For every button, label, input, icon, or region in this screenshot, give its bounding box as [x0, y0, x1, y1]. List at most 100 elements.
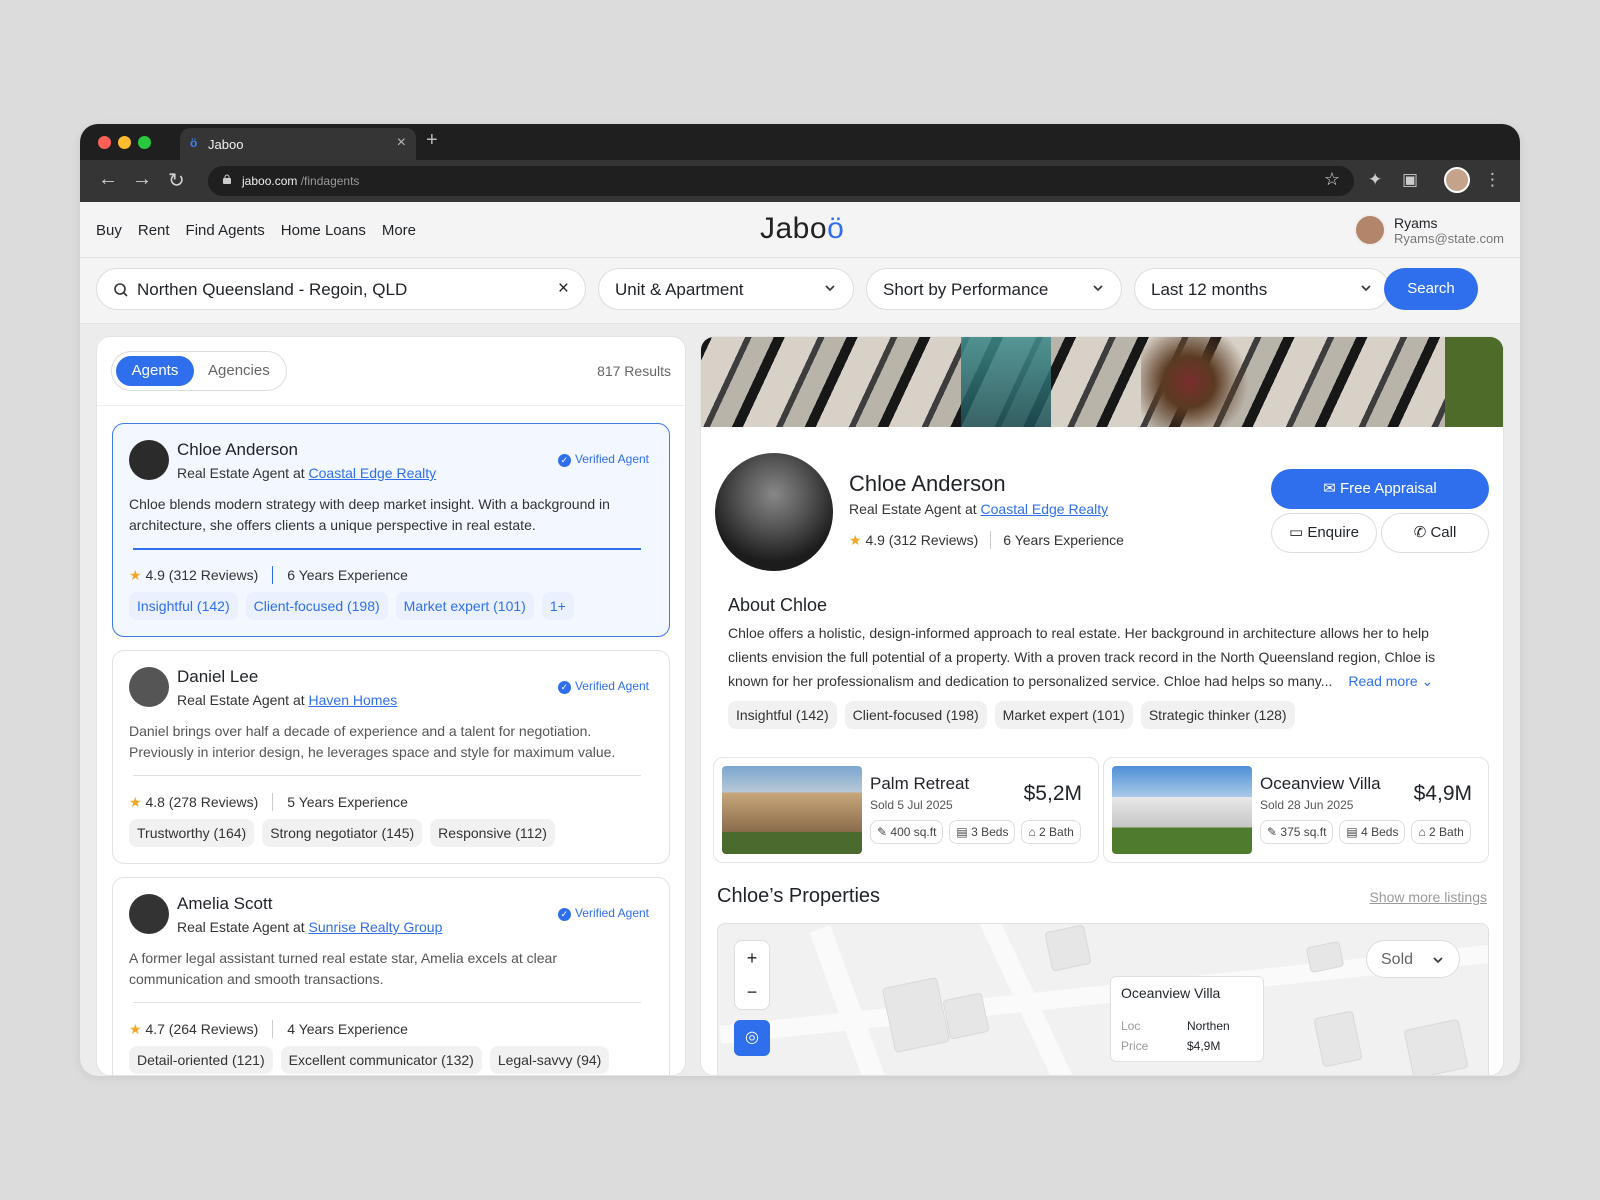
- close-window-button[interactable]: [98, 136, 111, 149]
- property-card[interactable]: Oceanview Villa Sold 28 Jun 2025 $4,9M ✎…: [1103, 757, 1489, 863]
- nav-find-agents[interactable]: Find Agents: [186, 222, 265, 239]
- divider: [97, 405, 685, 406]
- agent-description: Chloe blends modern strategy with deep m…: [129, 496, 610, 533]
- tag[interactable]: Strategic thinker (128): [1140, 701, 1295, 729]
- property-card[interactable]: Palm Retreat Sold 5 Jul 2025 $5,2M ✎ 400…: [713, 757, 1099, 863]
- area-feature: ✎ 375 sq.ft: [1260, 820, 1334, 844]
- browser-tab[interactable]: ö Jaboo ×: [180, 128, 416, 160]
- tag[interactable]: Excellent communicator (132): [280, 1046, 482, 1074]
- url-field[interactable]: jaboo.com /findagents ☆: [208, 166, 1354, 196]
- location-search-input[interactable]: Northen Queensland - Regoin, QLD ×: [96, 268, 586, 310]
- lock-icon: [223, 174, 231, 184]
- zoom-out-icon[interactable]: −: [735, 975, 769, 1009]
- results-count: 817 Results: [597, 363, 671, 379]
- map-status-select[interactable]: Sold: [1366, 940, 1460, 978]
- bed-icon: ▤: [1346, 825, 1362, 839]
- bookmark-star-icon[interactable]: ☆: [1324, 169, 1340, 190]
- profile-avatar: [715, 453, 833, 571]
- call-button[interactable]: ✆ Call: [1381, 513, 1489, 553]
- property-sold-date: Sold 5 Jul 2025: [870, 798, 953, 812]
- maximize-window-button[interactable]: [138, 136, 151, 149]
- sidepanel-icon[interactable]: ▣: [1402, 170, 1418, 190]
- properties-map[interactable]: + − ◎ Sold Oceanview Villa Loc Northen P…: [717, 923, 1489, 1075]
- browser-menu-icon[interactable]: ⋮: [1484, 170, 1501, 190]
- agent-description: Daniel brings over half a decade of expe…: [129, 723, 616, 760]
- agent-description: A former legal assistant turned real est…: [129, 950, 557, 987]
- agency-link[interactable]: Coastal Edge Realty: [309, 465, 437, 481]
- free-appraisal-button[interactable]: ✉ Free Appraisal: [1271, 469, 1489, 509]
- nav-rent[interactable]: Rent: [138, 222, 170, 239]
- agency-link[interactable]: Haven Homes: [309, 692, 398, 708]
- mail-icon: ✉: [1323, 480, 1341, 497]
- nav-more[interactable]: More: [382, 222, 416, 239]
- clear-icon[interactable]: ×: [558, 278, 569, 300]
- agency-link[interactable]: Sunrise Realty Group: [309, 919, 443, 935]
- user-menu[interactable]: Ryams Ryams@state.com: [1354, 214, 1504, 246]
- reload-icon[interactable]: ↻: [168, 168, 185, 193]
- tab-agencies[interactable]: Agencies: [208, 362, 270, 379]
- tag[interactable]: Market expert (101): [994, 701, 1133, 729]
- location-value: Northen Queensland - Regoin, QLD: [137, 280, 408, 299]
- browser-profile-avatar[interactable]: [1444, 167, 1470, 193]
- agent-card[interactable]: Amelia Scott Real Estate Agent at Sunris…: [112, 877, 670, 1075]
- beds-feature: ▤ 4 Beds: [1339, 820, 1406, 844]
- zoom-in-icon[interactable]: +: [735, 941, 769, 975]
- agent-experience: 6 Years Experience: [287, 567, 408, 583]
- nav-home-loans[interactable]: Home Loans: [281, 222, 366, 239]
- tag[interactable]: Detail-oriented (121): [129, 1046, 273, 1074]
- more-tags[interactable]: 1+: [541, 592, 574, 620]
- sort-select[interactable]: Short by Performance: [866, 268, 1122, 310]
- check-badge-icon: ✓: [557, 908, 571, 921]
- extensions-icon[interactable]: ✦: [1368, 170, 1382, 190]
- tag[interactable]: Legal-savvy (94): [489, 1046, 610, 1074]
- beds-feature: ▤ 3 Beds: [949, 820, 1016, 844]
- star-icon: ★: [129, 793, 142, 810]
- back-icon[interactable]: ←: [98, 168, 118, 191]
- tag[interactable]: Market expert (101): [395, 592, 534, 620]
- zoom-control: + −: [734, 940, 770, 1010]
- agent-experience: 4 Years Experience: [287, 1021, 408, 1037]
- property-image: [1112, 766, 1252, 854]
- popup-price-label: Price: [1121, 1039, 1149, 1053]
- profile-tags: Insightful (142) Client-focused (198) Ma…: [728, 701, 1295, 729]
- browser-window: ö Jaboo × + ← → ↻ jaboo.com /findagents …: [80, 124, 1520, 1076]
- period-select[interactable]: Last 12 months: [1134, 268, 1390, 310]
- property-type-select[interactable]: Unit & Apartment: [598, 268, 854, 310]
- show-more-listings-link[interactable]: Show more listings: [1370, 889, 1488, 905]
- site-logo[interactable]: Jaboö: [760, 212, 844, 246]
- star-icon: ★: [129, 1020, 142, 1037]
- user-avatar: [1354, 214, 1386, 246]
- tag[interactable]: Trustworthy (164): [129, 819, 255, 847]
- close-tab-icon[interactable]: ×: [397, 134, 406, 152]
- tag[interactable]: Client-focused (198): [245, 592, 388, 620]
- agent-tags: Insightful (142) Client-focused (198) Ma…: [129, 592, 574, 620]
- minimize-window-button[interactable]: [118, 136, 131, 149]
- locate-icon[interactable]: ◎: [734, 1020, 770, 1056]
- favicon-icon: ö: [190, 136, 198, 150]
- verified-badge: ✓ Verified Agent: [557, 906, 649, 921]
- agent-name: Amelia Scott: [177, 894, 273, 913]
- profile-banner-image: [701, 337, 1503, 427]
- tag[interactable]: Insightful (142): [728, 701, 837, 729]
- verified-badge: ✓ Verified Agent: [557, 452, 649, 467]
- map-popup[interactable]: Oceanview Villa Loc Northen Price $4,9M: [1110, 976, 1264, 1062]
- tab-agents[interactable]: Agents: [116, 356, 194, 386]
- tag[interactable]: Insightful (142): [129, 592, 238, 620]
- nav-buy[interactable]: Buy: [96, 222, 122, 239]
- agent-card[interactable]: Chloe Anderson Real Estate Agent at Coas…: [112, 423, 670, 637]
- agency-link[interactable]: Coastal Edge Realty: [981, 501, 1109, 517]
- agent-list-panel: Agents Agencies 817 Results Chloe Anders…: [96, 336, 686, 1076]
- forward-icon[interactable]: →: [132, 168, 152, 191]
- enquire-button[interactable]: ▭ Enquire: [1271, 513, 1377, 553]
- bath-feature: ⌂ 2 Bath: [1021, 820, 1081, 844]
- agent-card[interactable]: Daniel Lee Real Estate Agent at Haven Ho…: [112, 650, 670, 864]
- tag[interactable]: Client-focused (198): [844, 701, 987, 729]
- url-domain: jaboo.com: [242, 174, 298, 188]
- search-button[interactable]: Search: [1384, 268, 1478, 310]
- agent-name: Chloe Anderson: [177, 440, 298, 459]
- verified-badge: ✓ Verified Agent: [557, 679, 649, 694]
- new-tab-icon[interactable]: +: [426, 129, 438, 152]
- read-more-link[interactable]: Read more ⌄: [1348, 673, 1433, 689]
- tag[interactable]: Strong negotiator (145): [262, 819, 423, 847]
- tag[interactable]: Responsive (112): [430, 819, 555, 847]
